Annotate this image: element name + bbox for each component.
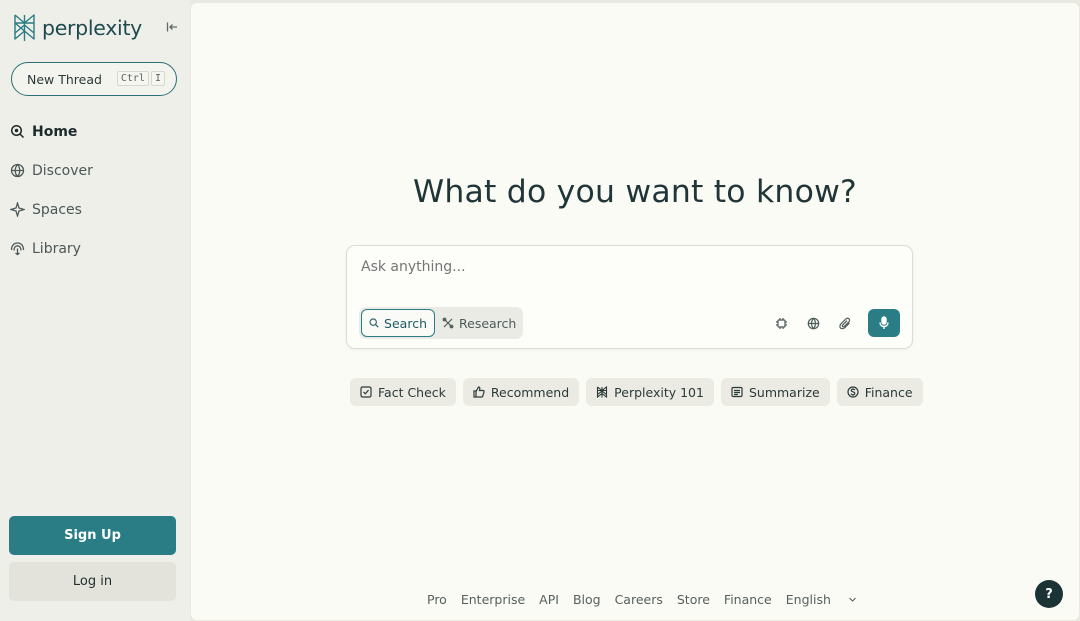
sidebar-item-home[interactable]: Home <box>10 112 180 151</box>
shortcut-hint: Ctrl I <box>115 71 165 86</box>
ask-box: Search Research <box>346 245 913 349</box>
ask-input[interactable] <box>361 259 881 275</box>
new-thread-button[interactable]: New Thread Ctrl I <box>11 62 177 96</box>
chevron-down-icon <box>849 597 856 602</box>
chip-perplexity-101[interactable]: Perplexity 101 <box>586 378 714 406</box>
footer-link-store[interactable]: Store <box>677 592 710 607</box>
chip-label: Fact Check <box>378 384 446 400</box>
language-select[interactable]: English <box>786 592 857 607</box>
research-mode-button[interactable]: Research <box>435 309 523 337</box>
footer-link-careers[interactable]: Careers <box>615 592 663 607</box>
help-button[interactable]: ? <box>1035 580 1063 608</box>
sidebar-item-label: Library <box>32 240 81 257</box>
footer-link-pro[interactable]: Pro <box>427 592 447 607</box>
mode-toggle: Search Research <box>359 307 523 339</box>
language-label: English <box>785 592 831 607</box>
brand-name: perplexity <box>42 16 143 40</box>
footer-link-blog[interactable]: Blog <box>573 592 601 607</box>
sign-up-button[interactable]: Sign Up <box>9 516 176 555</box>
globe-icon[interactable] <box>797 309 829 337</box>
globe-icon <box>10 163 25 178</box>
footer-links: Pro Enterprise API Blog Careers Store Fi… <box>427 592 871 607</box>
footer-link-enterprise[interactable]: Enterprise <box>461 592 525 607</box>
research-mode-label: Research <box>459 315 517 331</box>
chip-label: Recommend <box>490 384 570 400</box>
search-icon <box>369 318 379 328</box>
logo[interactable]: perplexity <box>12 13 142 43</box>
chip-fact-check[interactable]: Fact Check <box>350 378 456 406</box>
footer-link-api[interactable]: API <box>539 592 559 607</box>
attach-icon[interactable] <box>829 309 861 337</box>
dollar-icon <box>847 386 859 398</box>
microphone-icon <box>879 316 889 329</box>
library-icon <box>10 242 25 256</box>
chip-recommend[interactable]: Recommend <box>462 378 580 406</box>
shortcut-key-i: I <box>150 71 165 86</box>
sidebar-nav: Home Discover Spaces Library <box>10 112 180 268</box>
sidebar-item-library[interactable]: Library <box>10 229 180 268</box>
collapse-sidebar-icon[interactable] <box>163 18 181 36</box>
chip-summarize[interactable]: Summarize <box>720 378 830 406</box>
sidebar: perplexity New Thread Ctrl I Home Discov… <box>0 0 190 621</box>
perplexity-logo-icon <box>14 14 35 41</box>
search-mode-button[interactable]: Search <box>361 309 435 337</box>
research-icon <box>442 317 454 329</box>
chip-finance[interactable]: Finance <box>836 378 923 406</box>
sparkle-icon <box>10 202 25 217</box>
chip-label: Finance <box>864 384 913 400</box>
check-square-icon <box>360 386 372 398</box>
sidebar-item-label: Discover <box>32 162 93 179</box>
new-thread-label: New Thread <box>27 71 102 87</box>
suggestion-chips: Fact Check Recommend Perplexity 101 Summ… <box>350 378 923 406</box>
sidebar-item-spaces[interactable]: Spaces <box>10 190 180 229</box>
sidebar-item-label: Spaces <box>32 201 82 218</box>
footer-link-finance[interactable]: Finance <box>724 592 772 607</box>
sidebar-item-discover[interactable]: Discover <box>10 151 180 190</box>
search-icon <box>10 124 25 139</box>
thumbs-up-icon <box>473 386 485 398</box>
log-in-button[interactable]: Log in <box>9 562 176 601</box>
list-icon <box>731 386 743 398</box>
chip-label: Summarize <box>748 384 820 400</box>
model-chip-icon[interactable] <box>765 309 797 337</box>
search-mode-label: Search <box>384 315 427 331</box>
main-panel: What do you want to know? Search Researc… <box>191 3 1079 620</box>
perplexity-icon <box>597 386 608 398</box>
chip-label: Perplexity 101 <box>614 384 704 400</box>
shortcut-key-ctrl: Ctrl <box>116 71 149 86</box>
page-title: What do you want to know? <box>413 174 857 210</box>
voice-mode-button[interactable] <box>868 309 900 337</box>
input-tools <box>765 309 900 337</box>
sidebar-item-label: Home <box>32 123 78 140</box>
